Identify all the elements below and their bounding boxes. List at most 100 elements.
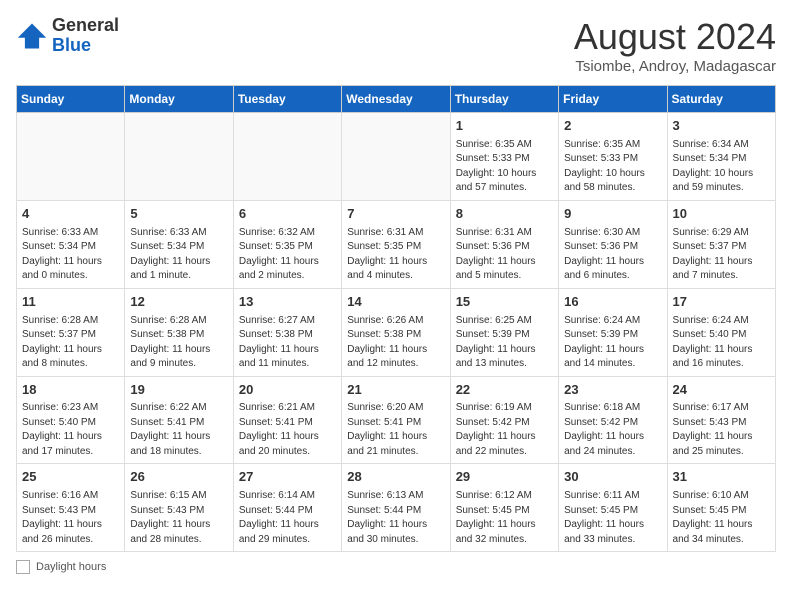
day-info: Sunrise: 6:30 AMSunset: 5:36 PMDaylight:… (564, 226, 661, 284)
calendar-cell: 7 Sunrise: 6:31 AMSunset: 5:35 PMDaylight… (342, 200, 450, 288)
day-info: Sunrise: 6:24 AMSunset: 5:39 PMDaylight:… (564, 314, 661, 372)
calendar-week-5: 25 Sunrise: 6:16 AMSunset: 5:43 PMDayligh… (17, 464, 776, 552)
day-number: 19 (130, 381, 227, 400)
day-number: 11 (22, 293, 119, 312)
month-title: August 2024 (574, 16, 776, 58)
calendar-cell: 26 Sunrise: 6:15 AMSunset: 5:43 PMDayligh… (125, 464, 233, 552)
day-info: Sunrise: 6:10 AMSunset: 5:45 PMDaylight:… (673, 489, 770, 547)
day-info: Sunrise: 6:21 AMSunset: 5:41 PMDaylight:… (239, 401, 336, 459)
calendar-week-4: 18Sunrise: 6:23 AMSunset: 5:40 PMDayligh… (17, 376, 776, 464)
day-number: 6 (239, 205, 336, 224)
day-info: Sunrise: 6:22 AMSunset: 5:41 PMDaylight:… (130, 401, 227, 459)
calendar-cell: 13 Sunrise: 6:27 AMSunset: 5:38 PMDayligh… (233, 288, 341, 376)
calendar-cell (342, 113, 450, 201)
day-number: 10 (673, 205, 770, 224)
calendar-cell (17, 113, 125, 201)
day-number: 30 (564, 468, 661, 487)
day-number: 25 (22, 468, 119, 487)
day-info: Sunrise: 6:23 AMSunset: 5:40 PMDaylight:… (22, 401, 119, 459)
logo-icon (16, 20, 48, 52)
col-header-thursday: Thursday (450, 86, 558, 113)
day-info: Sunrise: 6:16 AMSunset: 5:43 PMDaylight:… (22, 489, 119, 547)
day-info: Sunrise: 6:35 AMSunset: 5:33 PMDaylight:… (564, 138, 661, 196)
calendar-header-row: SundayMondayTuesdayWednesdayThursdayFrid… (17, 86, 776, 113)
logo: General Blue (16, 16, 119, 56)
day-number: 2 (564, 117, 661, 136)
calendar-cell: 10Sunrise: 6:29 AMSunset: 5:37 PMDayligh… (667, 200, 775, 288)
day-info: Sunrise: 6:11 AMSunset: 5:45 PMDaylight:… (564, 489, 661, 547)
calendar-week-2: 4 Sunrise: 6:33 AMSunset: 5:34 PMDaylight… (17, 200, 776, 288)
col-header-monday: Monday (125, 86, 233, 113)
day-number: 12 (130, 293, 227, 312)
day-info: Sunrise: 6:15 AMSunset: 5:43 PMDaylight:… (130, 489, 227, 547)
calendar-cell: 20Sunrise: 6:21 AMSunset: 5:41 PMDayligh… (233, 376, 341, 464)
calendar-cell: 27 Sunrise: 6:14 AMSunset: 5:44 PMDayligh… (233, 464, 341, 552)
day-number: 15 (456, 293, 553, 312)
daylight-color-box (16, 560, 30, 574)
day-info: Sunrise: 6:12 AMSunset: 5:45 PMDaylight:… (456, 489, 553, 547)
calendar-cell: 1 Sunrise: 6:35 AMSunset: 5:33 PMDaylight… (450, 113, 558, 201)
calendar-cell: 15 Sunrise: 6:25 AMSunset: 5:39 PMDayligh… (450, 288, 558, 376)
day-info: Sunrise: 6:26 AMSunset: 5:38 PMDaylight:… (347, 314, 444, 372)
day-number: 1 (456, 117, 553, 136)
day-info: Sunrise: 6:27 AMSunset: 5:38 PMDaylight:… (239, 314, 336, 372)
calendar-cell: 16 Sunrise: 6:24 AMSunset: 5:39 PMDayligh… (559, 288, 667, 376)
calendar-cell: 18Sunrise: 6:23 AMSunset: 5:40 PMDayligh… (17, 376, 125, 464)
logo-text: General Blue (52, 16, 119, 56)
day-number: 31 (673, 468, 770, 487)
day-number: 7 (347, 205, 444, 224)
day-info: Sunrise: 6:25 AMSunset: 5:39 PMDaylight:… (456, 314, 553, 372)
day-number: 16 (564, 293, 661, 312)
calendar-cell: 23Sunrise: 6:18 AMSunset: 5:42 PMDayligh… (559, 376, 667, 464)
day-info: Sunrise: 6:13 AMSunset: 5:44 PMDaylight:… (347, 489, 444, 547)
day-info: Sunrise: 6:28 AMSunset: 5:37 PMDaylight:… (22, 314, 119, 372)
day-number: 13 (239, 293, 336, 312)
day-info: Sunrise: 6:32 AMSunset: 5:35 PMDaylight:… (239, 226, 336, 284)
calendar-cell: 29Sunrise: 6:12 AMSunset: 5:45 PMDayligh… (450, 464, 558, 552)
logo-blue: Blue (52, 35, 91, 55)
day-number: 26 (130, 468, 227, 487)
day-info: Sunrise: 6:19 AMSunset: 5:42 PMDaylight:… (456, 401, 553, 459)
calendar-cell: 9Sunrise: 6:30 AMSunset: 5:36 PMDaylight… (559, 200, 667, 288)
day-info: Sunrise: 6:33 AMSunset: 5:34 PMDaylight:… (22, 226, 119, 284)
calendar-cell: 17 Sunrise: 6:24 AMSunset: 5:40 PMDayligh… (667, 288, 775, 376)
day-number: 3 (673, 117, 770, 136)
day-info: Sunrise: 6:31 AMSunset: 5:36 PMDaylight:… (456, 226, 553, 284)
calendar-cell: 11 Sunrise: 6:28 AMSunset: 5:37 PMDayligh… (17, 288, 125, 376)
footer-note: Daylight hours (16, 560, 776, 574)
col-header-wednesday: Wednesday (342, 86, 450, 113)
calendar-cell: 3Sunrise: 6:34 AMSunset: 5:34 PMDaylight… (667, 113, 775, 201)
day-info: Sunrise: 6:28 AMSunset: 5:38 PMDaylight:… (130, 314, 227, 372)
footer-label: Daylight hours (36, 561, 106, 573)
header: General Blue August 2024 Tsiombe, Androy… (16, 16, 776, 75)
day-number: 22 (456, 381, 553, 400)
day-number: 24 (673, 381, 770, 400)
day-number: 5 (130, 205, 227, 224)
day-number: 21 (347, 381, 444, 400)
calendar-cell: 21Sunrise: 6:20 AMSunset: 5:41 PMDayligh… (342, 376, 450, 464)
day-info: Sunrise: 6:24 AMSunset: 5:40 PMDaylight:… (673, 314, 770, 372)
calendar-cell: 4 Sunrise: 6:33 AMSunset: 5:34 PMDaylight… (17, 200, 125, 288)
calendar-cell (233, 113, 341, 201)
calendar-table: SundayMondayTuesdayWednesdayThursdayFrid… (16, 85, 776, 552)
calendar-cell: 30 Sunrise: 6:11 AMSunset: 5:45 PMDayligh… (559, 464, 667, 552)
day-info: Sunrise: 6:18 AMSunset: 5:42 PMDaylight:… (564, 401, 661, 459)
day-number: 27 (239, 468, 336, 487)
calendar-cell (125, 113, 233, 201)
day-info: Sunrise: 6:31 AMSunset: 5:35 PMDaylight:… (347, 226, 444, 284)
day-number: 4 (22, 205, 119, 224)
day-info: Sunrise: 6:33 AMSunset: 5:34 PMDaylight:… (130, 226, 227, 284)
day-info: Sunrise: 6:14 AMSunset: 5:44 PMDaylight:… (239, 489, 336, 547)
day-number: 17 (673, 293, 770, 312)
location-subtitle: Tsiombe, Androy, Madagascar (574, 58, 776, 75)
day-number: 18 (22, 381, 119, 400)
calendar-week-1: 1 Sunrise: 6:35 AMSunset: 5:33 PMDaylight… (17, 113, 776, 201)
day-info: Sunrise: 6:35 AMSunset: 5:33 PMDaylight:… (456, 138, 553, 196)
calendar-cell: 22Sunrise: 6:19 AMSunset: 5:42 PMDayligh… (450, 376, 558, 464)
calendar-cell: 6 Sunrise: 6:32 AMSunset: 5:35 PMDaylight… (233, 200, 341, 288)
day-number: 14 (347, 293, 444, 312)
day-number: 23 (564, 381, 661, 400)
col-header-tuesday: Tuesday (233, 86, 341, 113)
col-header-friday: Friday (559, 86, 667, 113)
day-number: 28 (347, 468, 444, 487)
